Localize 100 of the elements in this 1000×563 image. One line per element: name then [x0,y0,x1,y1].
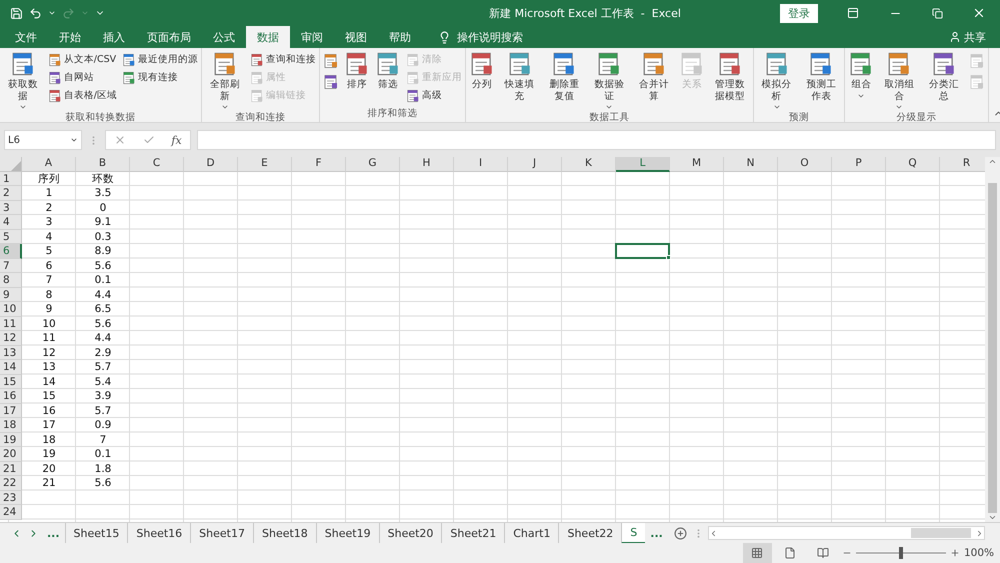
ribbon-tab[interactable]: 审阅 [290,26,334,48]
row-header[interactable]: 4 [0,215,22,230]
row-header[interactable]: 1 [0,172,22,186]
ribbon-tab[interactable]: 帮助 [378,26,422,48]
sheet-tab[interactable]: S [621,522,646,544]
ribbon-button[interactable]: 自表格/区域 [46,87,118,104]
column-header[interactable]: E [238,157,292,172]
row-header[interactable]: 15 [0,374,22,390]
row-header[interactable]: 19 [0,432,22,448]
row-header[interactable]: 22 [0,476,22,491]
row-header[interactable]: 24 [0,505,22,520]
share-button[interactable]: 共享 [943,26,992,48]
row-header[interactable]: 7 [0,258,22,274]
ribbon-button[interactable]: 筛选 [374,51,402,107]
column-header[interactable]: P [832,157,886,172]
scroll-down-icon[interactable] [988,513,997,522]
caret-icon[interactable] [48,9,56,17]
ribbon-button[interactable]: 快速填充 [498,51,541,111]
row-header[interactable]: 6 [0,244,22,259]
row-header[interactable]: 12 [0,331,22,346]
row-header[interactable]: 18 [0,418,22,433]
sheet-icon [374,51,401,77]
ribbon-button[interactable]: 高级 [404,87,463,104]
zoom-thumb[interactable] [898,547,903,559]
login-button[interactable]: 登录 [780,4,818,22]
ribbon-button[interactable]: 分列 [468,51,496,111]
ribbon-icon-button[interactable] [322,72,340,92]
ribbon-tab[interactable]: 插入 [92,26,136,48]
ribbon-tab[interactable]: 开始 [48,26,92,48]
ribbon-tab[interactable]: 公式 [202,26,246,48]
column-header[interactable]: L [616,157,670,172]
column-header[interactable]: M [670,157,724,172]
zoom-in-icon[interactable] [950,548,960,558]
column-header[interactable]: J [508,157,562,172]
row-header[interactable]: 11 [0,316,22,332]
row-header[interactable]: 5 [0,230,22,244]
column-header[interactable]: D [184,157,238,172]
row-header[interactable]: 20 [0,447,22,462]
ribbon-tab[interactable]: 视图 [334,26,378,48]
restore-icon[interactable] [932,8,942,18]
row-header[interactable]: 23 [0,490,22,506]
column-header[interactable]: C [130,157,184,172]
column-header[interactable]: N [724,157,778,172]
ribbon-button[interactable]: 管理数据模型 [708,51,751,111]
column-header[interactable]: B [76,157,130,172]
ribbon-button[interactable]: 取消组合 [878,51,920,111]
close-icon[interactable] [972,6,986,20]
ribbon-button[interactable]: 预测工作表 [800,51,842,111]
ribbon-icon-button[interactable] [322,51,340,71]
name-box[interactable]: L6 [4,130,82,150]
row-header[interactable]: 10 [0,302,22,317]
more-sheets-button[interactable]: ... [42,526,65,540]
row-header[interactable]: 3 [0,200,22,216]
more-sheets-button[interactable]: ... [645,526,668,540]
ribbon-button[interactable]: 模拟分析 [756,51,798,111]
ribbon-button[interactable]: 获取数据 [2,51,44,111]
view-button[interactable] [742,543,772,563]
ribbon-button[interactable]: 组合 [847,51,876,111]
column-header[interactable]: K [562,157,616,172]
ribbon-button[interactable]: 现有连接 [121,69,199,86]
ribbon-button[interactable]: 排序 [342,51,371,107]
vertical-scrollbar[interactable] [985,157,1000,522]
column-header[interactable]: F [292,157,346,172]
save-icon[interactable] [10,6,23,20]
ribbon-button[interactable]: 分类汇总 [923,51,965,111]
add-sheet-icon[interactable] [674,526,687,540]
column-header[interactable]: H [400,157,454,172]
ribbon-button[interactable]: 从文本/CSV [46,51,118,68]
row-header[interactable]: 21 [0,462,22,476]
ribbon-tab[interactable]: 文件 [4,26,48,48]
row-header[interactable]: 13 [0,346,22,360]
row-header[interactable]: 9 [0,288,22,302]
tell-me-search[interactable]: 操作说明搜索 [432,26,529,48]
ribbon-tab[interactable]: 数据 [246,26,290,48]
row-header[interactable]: 17 [0,404,22,418]
ribbon-button[interactable]: 最近使用的源 [121,51,199,68]
column-header[interactable]: O [778,157,832,172]
column-header[interactable]: G [346,157,400,172]
ribbon-button[interactable]: 全部刷新 [204,51,246,111]
row-header[interactable]: 8 [0,273,22,288]
horizontal-scrollbar[interactable] [708,526,985,540]
ribbon-button[interactable]: 查询和连接 [248,51,317,68]
fill-handle[interactable] [666,254,671,260]
ribbon-button[interactable]: 自网站 [46,69,118,86]
scroll-right-icon[interactable] [975,528,984,538]
row-header[interactable]: 2 [0,186,22,201]
undo-icon[interactable] [29,6,42,20]
ribbon-display-icon[interactable] [847,7,859,19]
formula-input[interactable] [197,130,996,150]
column-header[interactable]: Q [886,157,940,172]
column-header[interactable]: I [454,157,508,172]
insert-function-button[interactable]: fx [171,134,182,147]
ribbon-button[interactable]: 合并计算 [633,51,675,111]
ribbon-tab[interactable]: 页面布局 [136,26,202,48]
ribbon-button[interactable]: 数据验证 [588,51,630,111]
column-header[interactable]: R [940,157,985,172]
row-header[interactable]: 16 [0,389,22,404]
column-header[interactable]: A [22,157,76,172]
row-header[interactable]: 14 [0,360,22,375]
ribbon-button[interactable]: 删除重复值 [544,51,586,111]
